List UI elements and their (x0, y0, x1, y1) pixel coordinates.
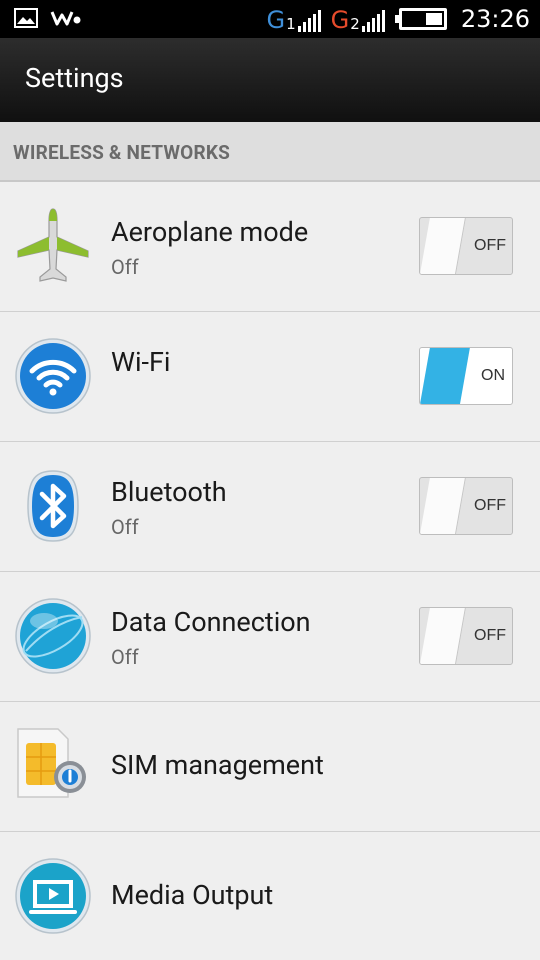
gallery-icon (14, 8, 38, 28)
bluetooth-icon (27, 470, 79, 542)
section-header: WIRELESS & NETWORKS (0, 122, 540, 182)
setting-subtitle: Off (111, 255, 139, 279)
setting-title: Media Output (111, 879, 274, 911)
setting-row-aeroplane-mode[interactable]: Aeroplane mode Off OFF (0, 182, 540, 312)
section-label: WIRELESS & NETWORKS (13, 141, 231, 164)
airplane-icon (17, 208, 89, 282)
setting-row-wifi[interactable]: Wi-Fi ON (0, 312, 540, 442)
setting-title: SIM management (111, 749, 324, 781)
sim2-slot-label: 2 (350, 15, 360, 33)
action-bar: Settings (0, 38, 540, 122)
toggle-state: ON (481, 367, 505, 384)
setting-title: Wi-Fi (111, 346, 171, 378)
setting-subtitle: Off (111, 515, 139, 539)
sim2-network-label: G (330, 6, 350, 34)
globe-icon (15, 598, 91, 674)
toggle-state: OFF (474, 237, 506, 254)
bluetooth-toggle[interactable]: OFF (419, 477, 513, 535)
setting-row-media-output[interactable]: Media Output (0, 832, 540, 960)
setting-subtitle: Off (111, 645, 139, 669)
setting-row-data-connection[interactable]: Data Connection Off OFF (0, 572, 540, 702)
wifi-icon (15, 338, 91, 414)
clock: 23:26 (460, 5, 530, 33)
sim1-slot-label: 1 (286, 15, 296, 33)
battery-icon (394, 8, 447, 30)
setting-row-sim-management[interactable]: SIM management (0, 702, 540, 832)
media-output-icon (15, 858, 91, 934)
data-connection-toggle[interactable]: OFF (419, 607, 513, 665)
sim1-network-label: G (266, 6, 286, 34)
aeroplane-mode-toggle[interactable]: OFF (419, 217, 513, 275)
status-bar: G 1 G 2 23:26 (0, 0, 540, 38)
sim2-signal-icon: G 2 (331, 6, 385, 32)
setting-row-bluetooth[interactable]: Bluetooth Off OFF (0, 442, 540, 572)
sim-card-icon (17, 728, 86, 798)
sim1-signal-icon: G 1 (267, 6, 321, 32)
toggle-state: OFF (474, 627, 506, 644)
walkman-icon (50, 11, 81, 26)
page-title: Settings (25, 62, 124, 94)
setting-title: Data Connection (111, 606, 311, 638)
setting-title: Bluetooth (111, 476, 227, 508)
toggle-state: OFF (474, 497, 506, 514)
setting-title: Aeroplane mode (111, 216, 309, 248)
wifi-toggle[interactable]: ON (419, 347, 513, 405)
